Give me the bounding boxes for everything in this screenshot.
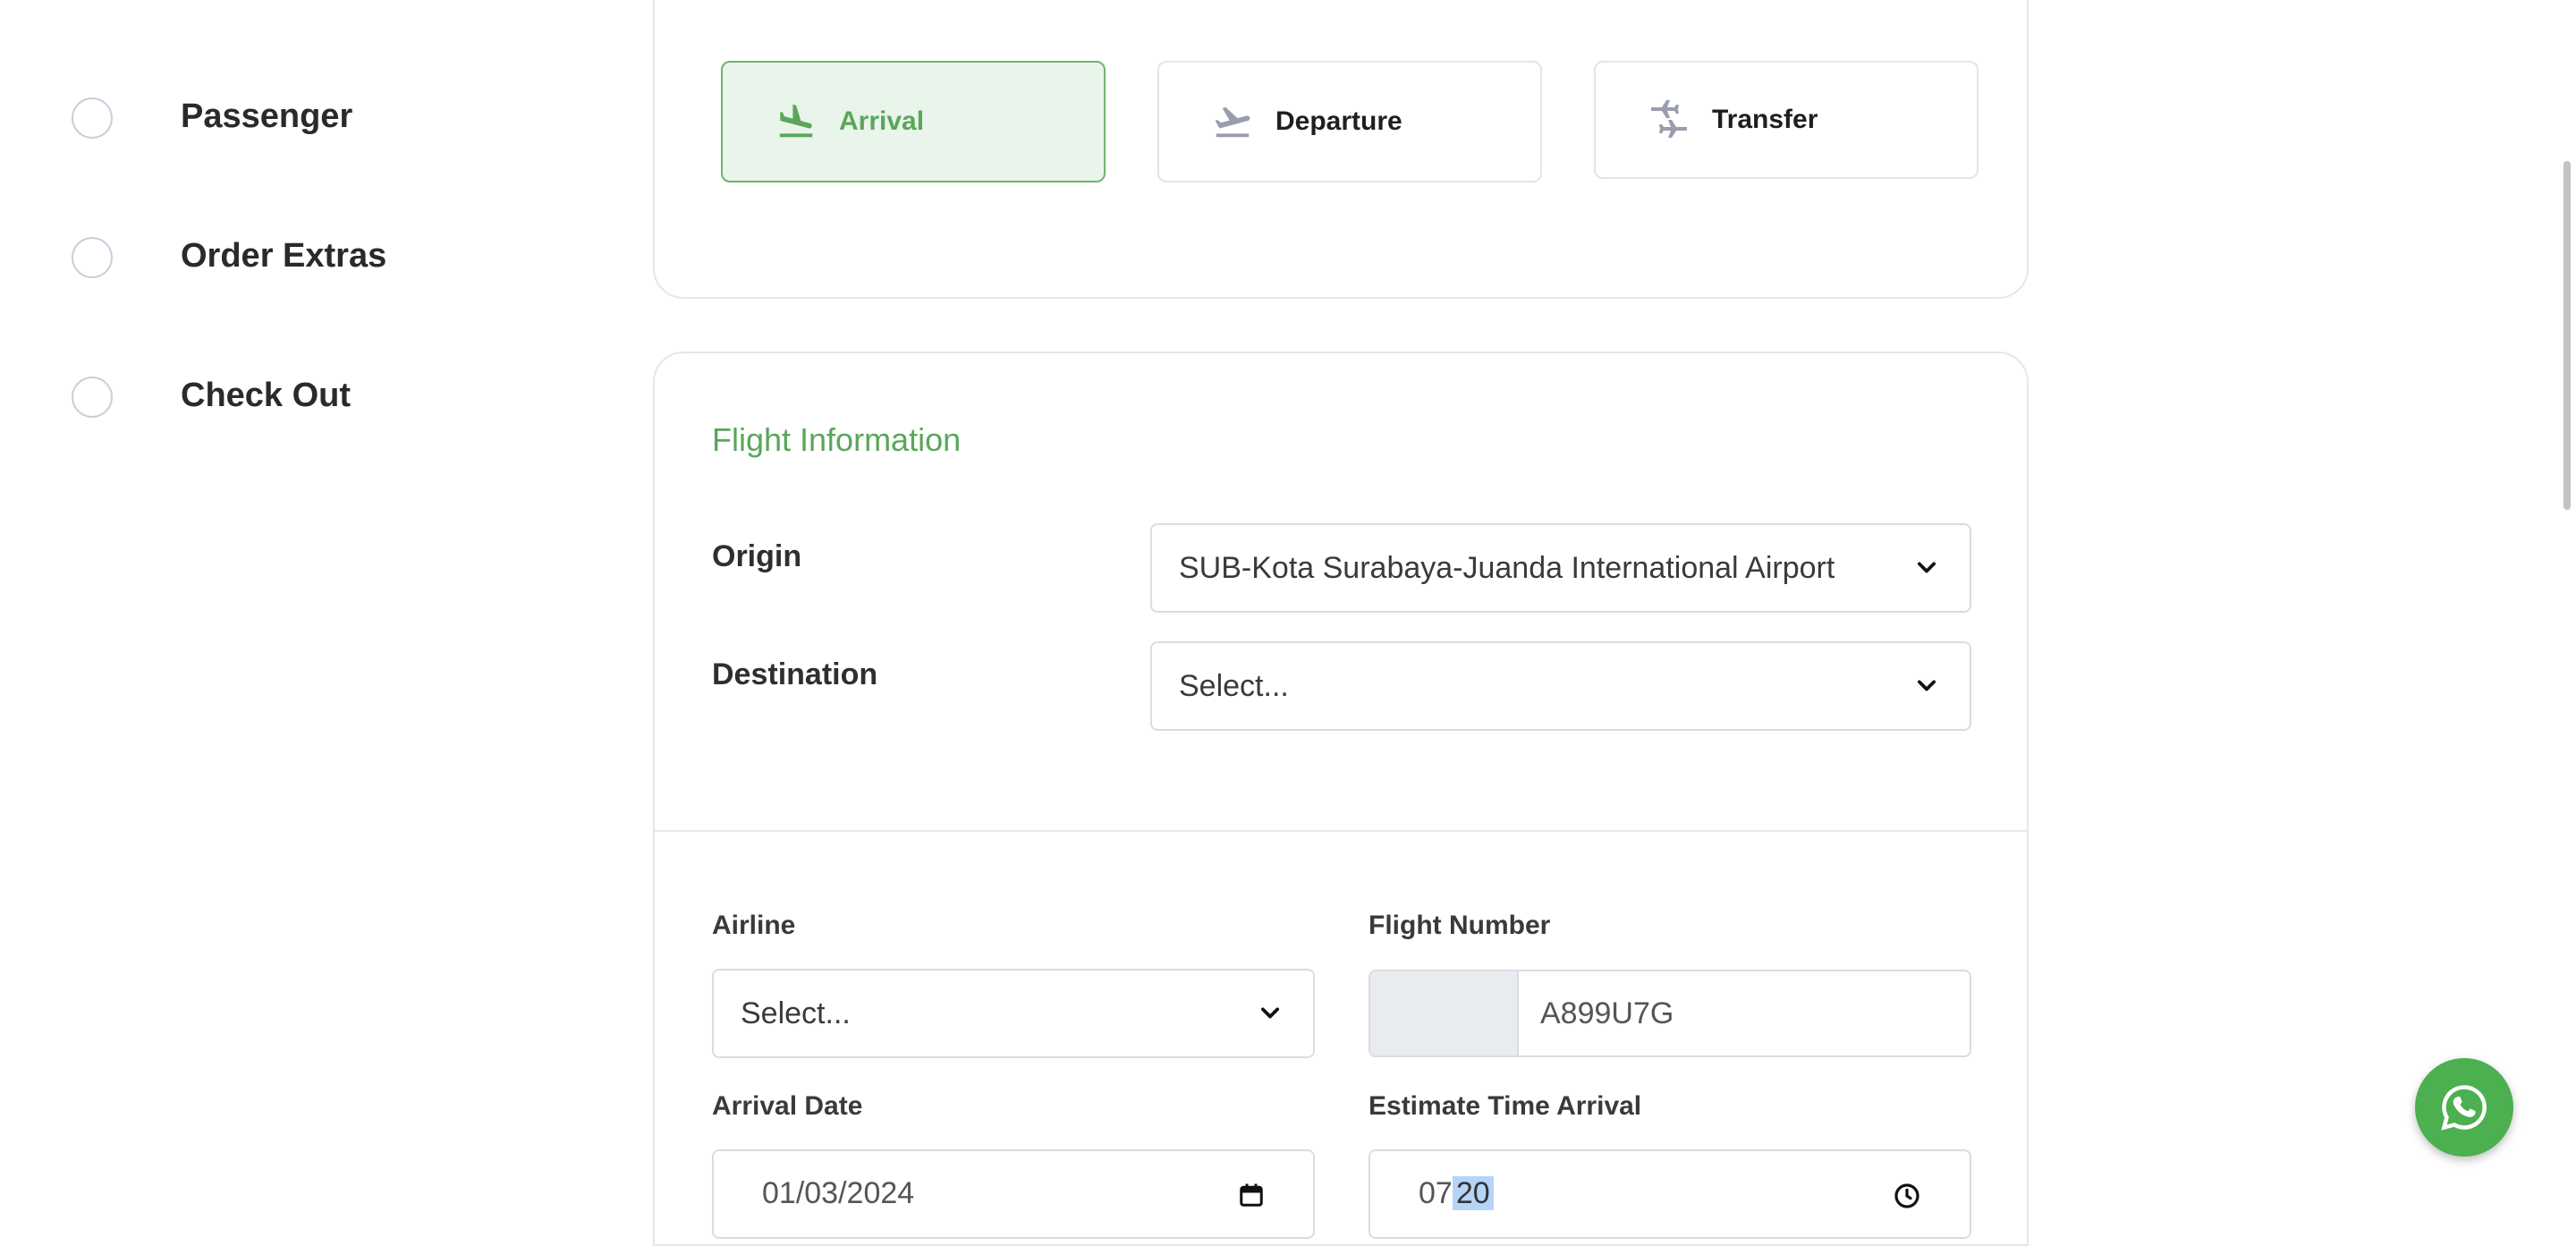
arrival-option-label: Arrival (839, 106, 925, 136)
section-divider (655, 830, 2027, 832)
arrival-option-button[interactable]: Arrival (721, 61, 1106, 182)
origin-select[interactable]: SUB-Kota Surabaya-Juanda International A… (1150, 523, 1971, 613)
chevron-down-icon (1917, 680, 1936, 691)
flight-number-prefix (1370, 971, 1519, 1055)
eta-minute[interactable]: 20 (1452, 1176, 1494, 1210)
transfer-option-button[interactable]: Transfer (1594, 61, 1979, 179)
airline-label: Airline (712, 911, 796, 940)
arrival-date-input[interactable]: 01/03/2024 (712, 1149, 1315, 1239)
calendar-icon[interactable] (1238, 1182, 1265, 1208)
departure-option-button[interactable]: Departure (1157, 61, 1542, 182)
page-scrollbar[interactable] (2563, 161, 2571, 510)
flight-number-input[interactable]: A899U7G (1519, 971, 1970, 1055)
destination-select[interactable]: Select... (1150, 641, 1971, 731)
origin-value: SUB-Kota Surabaya-Juanda International A… (1179, 550, 1835, 585)
plane-takeoff-icon (1206, 95, 1259, 148)
transfer-option-label: Transfer (1712, 105, 1818, 134)
step-passenger[interactable]: Passenger (72, 97, 352, 139)
arrival-date-label: Arrival Date (712, 1091, 863, 1121)
destination-label: Destination (712, 657, 878, 691)
step-circle (72, 97, 113, 139)
origin-label: Origin (712, 539, 802, 573)
plane-transfer-icon (1642, 93, 1696, 147)
step-circle (72, 237, 113, 278)
eta-time-value: 07 20 (1419, 1176, 1893, 1211)
airline-value: Select... (741, 996, 851, 1030)
flight-number-label: Flight Number (1368, 911, 1551, 940)
step-label: Order Extras (181, 237, 387, 275)
departure-option-label: Departure (1275, 106, 1402, 136)
chevron-down-icon (1260, 1007, 1280, 1019)
flight-information-card: Flight Information Origin SUB-Kota Surab… (653, 352, 2029, 1246)
flight-number-field[interactable]: A899U7G (1368, 970, 1971, 1057)
whatsapp-chat-button[interactable] (2415, 1058, 2513, 1157)
step-label: Passenger (181, 97, 353, 135)
section-title: Flight Information (712, 421, 962, 458)
step-order-extras[interactable]: Order Extras (72, 237, 386, 278)
destination-value: Select... (1179, 668, 1289, 703)
whatsapp-icon (2441, 1085, 2487, 1131)
step-circle (72, 377, 113, 418)
step-label: Check Out (181, 377, 352, 414)
eta-time-input[interactable]: 07 20 (1368, 1149, 1971, 1239)
arrival-date-value: 01/03/2024 (762, 1176, 915, 1210)
chevron-down-icon (1917, 562, 1936, 573)
eta-label: Estimate Time Arrival (1368, 1091, 1642, 1121)
clock-icon[interactable] (1893, 1182, 1921, 1210)
trip-type-card: Arrival Departure Transfer (653, 0, 2029, 299)
plane-landing-icon (769, 95, 823, 148)
airline-select[interactable]: Select... (712, 969, 1315, 1058)
step-check-out[interactable]: Check Out (72, 377, 351, 418)
eta-hour[interactable]: 07 (1419, 1176, 1453, 1210)
